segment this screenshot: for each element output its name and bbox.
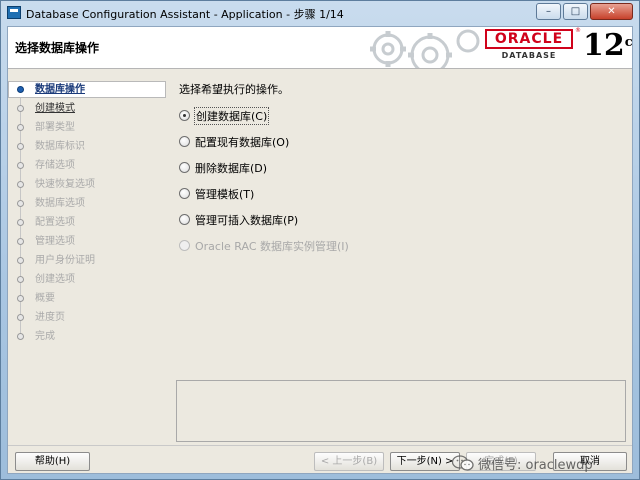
radio-icon[interactable] xyxy=(179,136,190,147)
step-user-credentials: 用户身份证明 xyxy=(8,252,168,269)
option-label: 创建数据库(C) xyxy=(194,107,270,125)
step-progress-page: 进度页 xyxy=(8,309,168,326)
oracle-logo: ORACLE ® DATABASE xyxy=(485,27,581,65)
step-label: 创建模式 xyxy=(35,103,75,114)
step-label: 部署类型 xyxy=(35,122,75,133)
radio-icon[interactable] xyxy=(179,162,190,173)
step-icon xyxy=(17,314,24,321)
operation-panel: 选择希望执行的操作。 创建数据库(C) 配置现有数据库(O) 删除数据库(D) … xyxy=(175,75,627,375)
step-creation-options: 创建选项 xyxy=(8,271,168,288)
step-fast-recovery: 快速恢复选项 xyxy=(8,176,168,193)
help-button[interactable]: 帮助(H) xyxy=(15,452,90,471)
radio-disabled-icon xyxy=(179,240,190,251)
step-icon xyxy=(17,219,24,226)
step-icon xyxy=(17,143,24,150)
step-label: 配置选项 xyxy=(35,217,75,228)
footer-divider xyxy=(8,445,632,446)
database-label: DATABASE xyxy=(501,51,557,60)
step-label: 数据库操作 xyxy=(35,84,85,95)
step-label: 概要 xyxy=(35,293,55,304)
details-panel xyxy=(176,380,626,442)
wechat-icon xyxy=(452,455,474,471)
step-label: 快速恢复选项 xyxy=(35,179,95,190)
next-button[interactable]: 下一步(N) > xyxy=(390,452,460,471)
radio-icon[interactable] xyxy=(179,188,190,199)
step-database-operation[interactable]: 数据库操作 xyxy=(8,81,166,98)
close-button[interactable]: ✕ xyxy=(590,3,633,20)
dbca-window: Database Configuration Assistant - Appli… xyxy=(0,0,640,480)
step-creation-mode[interactable]: 创建模式 xyxy=(8,100,168,117)
step-label: 创建选项 xyxy=(35,274,75,285)
dialog-body: 选择数据库操作 ORACLE ® DATABASE 12c 数据库操作 创建模式… xyxy=(7,26,633,474)
option-label: 配置现有数据库(O) xyxy=(195,136,290,149)
step-configuration-options: 配置选项 xyxy=(8,214,168,231)
minimize-button[interactable]: – xyxy=(536,3,561,20)
window-controls: – □ ✕ xyxy=(534,3,633,21)
step-icon xyxy=(17,124,24,131)
option-label: 管理模板(T) xyxy=(195,188,255,201)
step-label: 数据库标识 xyxy=(35,141,85,152)
option-label: 删除数据库(D) xyxy=(195,162,268,175)
step-database-identification: 数据库标识 xyxy=(8,138,168,155)
step-icon xyxy=(17,238,24,245)
step-icon xyxy=(17,257,24,264)
step-icon xyxy=(17,181,24,188)
version-badge: 12c xyxy=(583,28,632,64)
window-title: Database Configuration Assistant - Appli… xyxy=(26,8,344,21)
app-icon xyxy=(7,6,21,19)
gears-decoration-icon xyxy=(370,29,480,68)
back-button[interactable]: < 上一步(B) xyxy=(314,452,384,471)
oracle-brand: ORACLE xyxy=(485,29,573,49)
step-icon xyxy=(17,333,24,340)
step-icon xyxy=(17,162,24,169)
registered-mark: ® xyxy=(575,27,581,34)
title-bar[interactable]: Database Configuration Assistant - Appli… xyxy=(1,1,639,25)
option-label: 管理可插入数据库(P) xyxy=(195,214,299,227)
radio-icon[interactable] xyxy=(179,214,190,225)
step-current-icon xyxy=(17,86,24,93)
step-icon xyxy=(17,276,24,283)
maximize-button[interactable]: □ xyxy=(563,3,588,20)
watermark-text: 微信号: oraclewdp xyxy=(478,458,593,473)
option-label: Oracle RAC 数据库实例管理(I) xyxy=(195,240,349,253)
step-icon xyxy=(17,200,24,207)
header-banner: 选择数据库操作 ORACLE ® DATABASE 12c xyxy=(8,27,632,69)
step-storage-options: 存储选项 xyxy=(8,157,168,174)
version-suffix: c xyxy=(624,35,632,50)
step-management-options: 管理选项 xyxy=(8,233,168,250)
step-icon xyxy=(17,295,24,302)
step-summary: 概要 xyxy=(8,290,168,307)
step-label: 存储选项 xyxy=(35,160,75,171)
step-label: 管理选项 xyxy=(35,236,75,247)
step-deployment-type: 部署类型 xyxy=(8,119,168,136)
step-icon xyxy=(17,105,24,112)
steps-navigation: 数据库操作 创建模式 部署类型 数据库标识 存储选项 快速恢复选项 数据库选项 … xyxy=(8,75,168,355)
step-label: 完成 xyxy=(35,331,55,342)
step-database-options: 数据库选项 xyxy=(8,195,168,212)
step-label: 数据库选项 xyxy=(35,198,85,209)
page-title: 选择数据库操作 xyxy=(15,41,100,55)
version-number: 12 xyxy=(583,28,625,63)
operation-prompt: 选择希望执行的操作。 xyxy=(179,83,289,96)
step-label: 用户身份证明 xyxy=(35,255,95,266)
radio-selected-icon[interactable] xyxy=(179,110,190,121)
step-label: 进度页 xyxy=(35,312,65,323)
step-finish: 完成 xyxy=(8,328,168,345)
